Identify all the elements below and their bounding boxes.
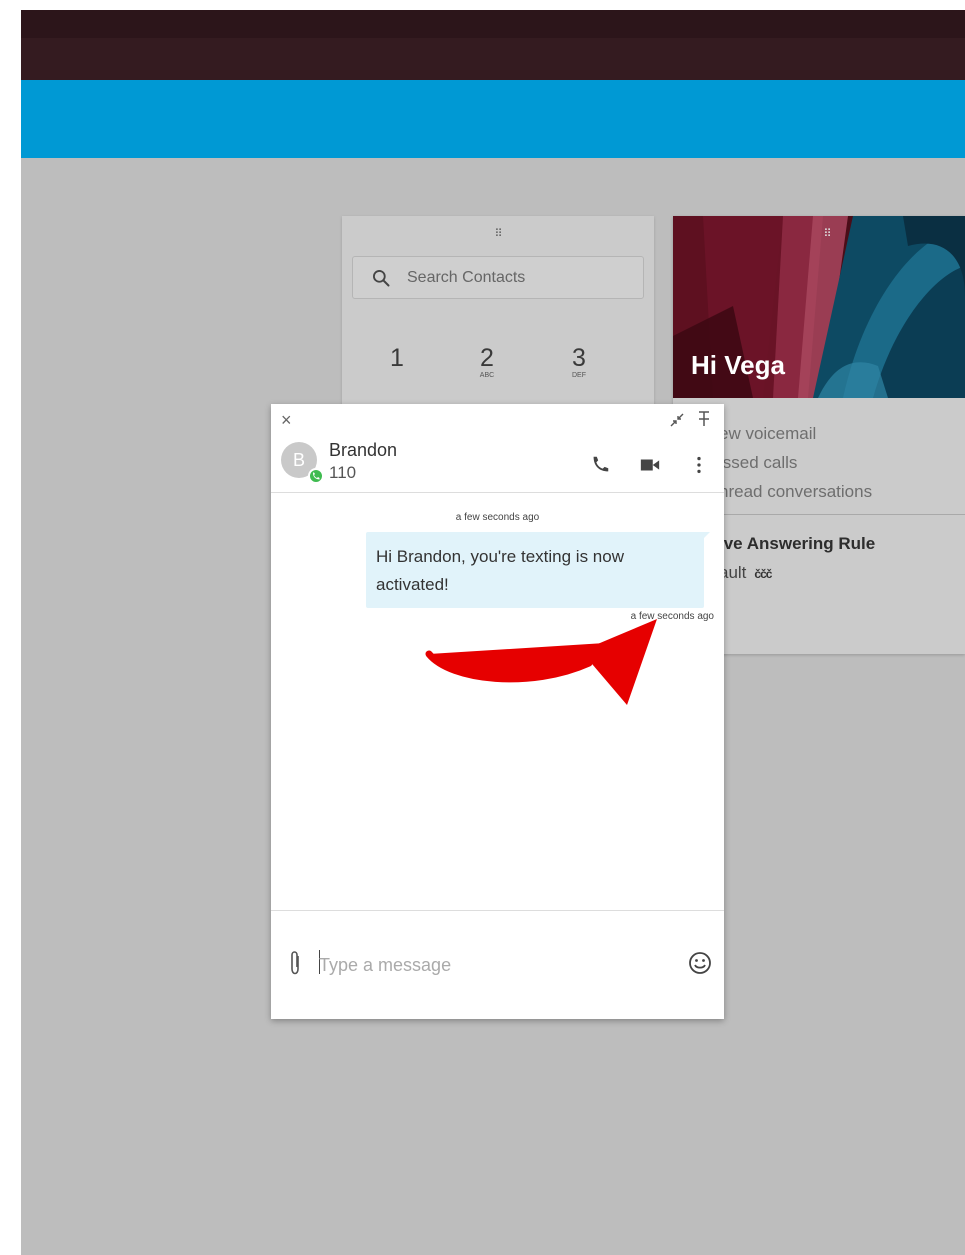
compose-divider [271, 910, 724, 911]
search-contacts-input[interactable] [407, 267, 627, 289]
contact-name: Brandon [329, 440, 398, 460]
dial-key-1[interactable]: 1 [372, 344, 422, 372]
dial-key-digit: 3 [572, 344, 586, 372]
dial-key-3[interactable]: 3 DEF [554, 344, 604, 380]
header-bar [21, 80, 965, 158]
pin-icon[interactable] [697, 410, 711, 428]
welcome-hero-image: ⠿ Hi Vega [673, 216, 965, 398]
greeting-title: Hi Vega [691, 350, 785, 380]
stat-voicemail[interactable]: ew voicemail [719, 424, 816, 444]
conversation-timestamp: a few seconds ago [455, 512, 540, 523]
chat-header-divider [271, 492, 724, 493]
top-bar-stripe [21, 10, 965, 38]
stat-missed-calls[interactable]: issed calls [719, 453, 797, 473]
presence-status-icon [308, 468, 324, 484]
dial-key-digit: 1 [390, 344, 404, 372]
rule-status-icon: ččč [754, 567, 772, 581]
dial-key-letters: DEF [572, 372, 586, 379]
video-icon[interactable] [639, 454, 661, 476]
annotation-arrow [425, 619, 657, 705]
app-window: ⠿ 1 2 ABC 3 DEF [21, 10, 965, 1255]
phone-icon[interactable] [589, 454, 611, 476]
top-bar [21, 10, 965, 80]
dial-key-letters: ABC [479, 372, 495, 379]
minimize-icon[interactable] [669, 412, 685, 428]
message-bubble: Hi Brandon, you're texting is now activa… [366, 532, 704, 608]
emoji-icon[interactable] [688, 951, 712, 975]
search-contacts-box[interactable] [352, 256, 644, 299]
dial-key-2[interactable]: 2 ABC [462, 344, 512, 380]
search-icon [373, 270, 390, 287]
dialpad-card: ⠿ 1 2 ABC 3 DEF [342, 216, 654, 436]
chat-window: × B Brandon 110 a few seconds ago Hi Bra… [271, 404, 724, 1019]
drag-handle-icon[interactable]: ⠿ [819, 229, 835, 240]
contact-extension: 110 [329, 463, 357, 482]
answering-rule-title: ive Answering Rule [719, 534, 876, 553]
stat-unread-conversations[interactable]: nread conversations [719, 482, 872, 502]
more-vert-icon[interactable] [688, 454, 710, 476]
close-icon[interactable]: × [281, 410, 292, 431]
message-input[interactable] [319, 952, 679, 978]
dial-key-digit: 2 [480, 344, 494, 372]
drag-handle-icon[interactable]: ⠿ [490, 229, 506, 240]
attach-icon[interactable] [287, 950, 303, 976]
answering-rule-value[interactable]: ault ččč [719, 563, 772, 583]
